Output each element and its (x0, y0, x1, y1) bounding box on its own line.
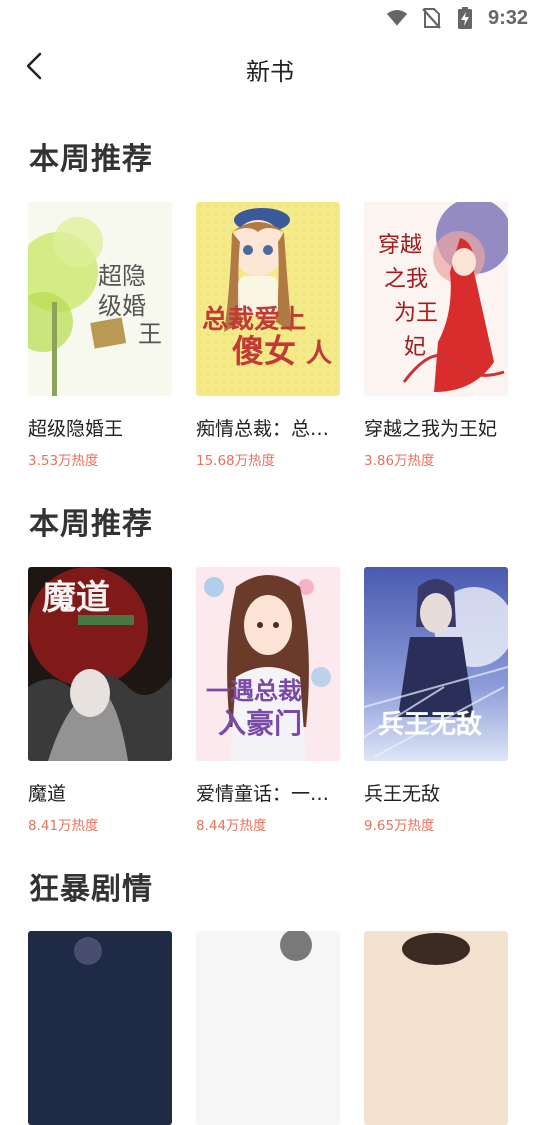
book-name: 爱情童话：一… (196, 783, 330, 805)
book-row: 魔道 魔道 8.41万热度 一遇总裁 入豪门 爱情童话：一… 8.44万热度 兵… (28, 567, 512, 834)
book-heat: 3.53万热度 (28, 453, 99, 469)
cover-title-line: 穿越 (378, 233, 422, 258)
book-cover[interactable] (196, 931, 340, 1125)
book-cover[interactable]: 一遇总裁 入豪门 (196, 567, 340, 761)
book-card[interactable]: 总裁爱上 傻女 人 痴情总裁：总… 15.68万热度 (196, 202, 340, 469)
book-name: 穿越之我为王妃 (364, 418, 498, 440)
book-cover[interactable]: 魔道 (28, 567, 172, 761)
section-title: 本周推荐 (29, 142, 153, 177)
book-card[interactable] (196, 931, 340, 1125)
page-title: 新书 (246, 57, 294, 86)
cover-title-line: 兵王无敌 (378, 710, 482, 740)
no-sim-icon (420, 7, 442, 29)
book-heat: 9.65万热度 (364, 818, 435, 834)
book-card[interactable]: 兵王无敌 兵王无敌 9.65万热度 (364, 567, 508, 834)
book-cover[interactable] (364, 931, 508, 1125)
status-bar: 9:32 (0, 0, 540, 36)
cover-title-line: 人 (306, 339, 332, 369)
book-card[interactable]: 魔道 魔道 8.41万热度 (28, 567, 172, 834)
book-card[interactable] (364, 931, 508, 1125)
book-card[interactable]: 超隐 级婚 王 超级隐婚王 3.53万热度 (28, 202, 172, 469)
battery-charging-icon (454, 7, 476, 29)
book-cover[interactable]: 兵王无敌 (364, 567, 508, 761)
book-cover[interactable]: 总裁爱上 傻女 人 (196, 202, 340, 396)
chevron-left-icon (24, 51, 44, 85)
cover-title-line: 之我 (384, 267, 428, 292)
book-heat: 15.68万热度 (196, 453, 276, 469)
cover-title-line: 入豪门 (218, 707, 302, 740)
book-row: 超隐 级婚 王 超级隐婚王 3.53万热度 总裁爱上 傻女 人 痴情总裁：总… … (28, 202, 512, 469)
cover-title-line: 一遇总裁 (206, 676, 302, 705)
book-name: 超级隐婚王 (28, 418, 124, 440)
book-cover[interactable]: 超隐 级婚 王 (28, 202, 172, 396)
cover-title-line: 妃 (404, 335, 426, 360)
book-name: 魔道 (28, 783, 67, 805)
book-cover[interactable] (28, 931, 172, 1125)
wifi-icon (386, 7, 408, 29)
cover-title-line: 王 (138, 320, 162, 348)
section-title: 狂暴剧情 (29, 872, 153, 907)
cover-title-line: 总裁爱上 (202, 305, 306, 335)
back-button[interactable] (16, 50, 52, 86)
cover-title-line: 魔道 (42, 578, 110, 618)
book-row (28, 931, 512, 1125)
book-heat: 8.44万热度 (196, 818, 267, 834)
cover-title-line: 傻女 (232, 332, 296, 370)
app-header: 新书 (0, 36, 540, 102)
cover-title-line: 级婚 (98, 292, 146, 320)
book-cover[interactable]: 穿越 之我 为王 妃 (364, 202, 508, 396)
book-card[interactable]: 一遇总裁 入豪门 爱情童话：一… 8.44万热度 (196, 567, 340, 834)
book-heat: 3.86万热度 (364, 453, 435, 469)
book-name: 痴情总裁：总… (196, 418, 330, 440)
book-card[interactable]: 穿越 之我 为王 妃 穿越之我为王妃 3.86万热度 (364, 202, 508, 469)
book-card[interactable] (28, 931, 172, 1125)
status-time: 9:32 (487, 6, 528, 29)
book-heat: 8.41万热度 (28, 818, 99, 834)
book-name: 兵王无敌 (364, 783, 441, 805)
cover-title-line: 超隐 (98, 262, 146, 290)
section-title: 本周推荐 (29, 507, 153, 542)
cover-title-line: 为王 (394, 301, 438, 326)
